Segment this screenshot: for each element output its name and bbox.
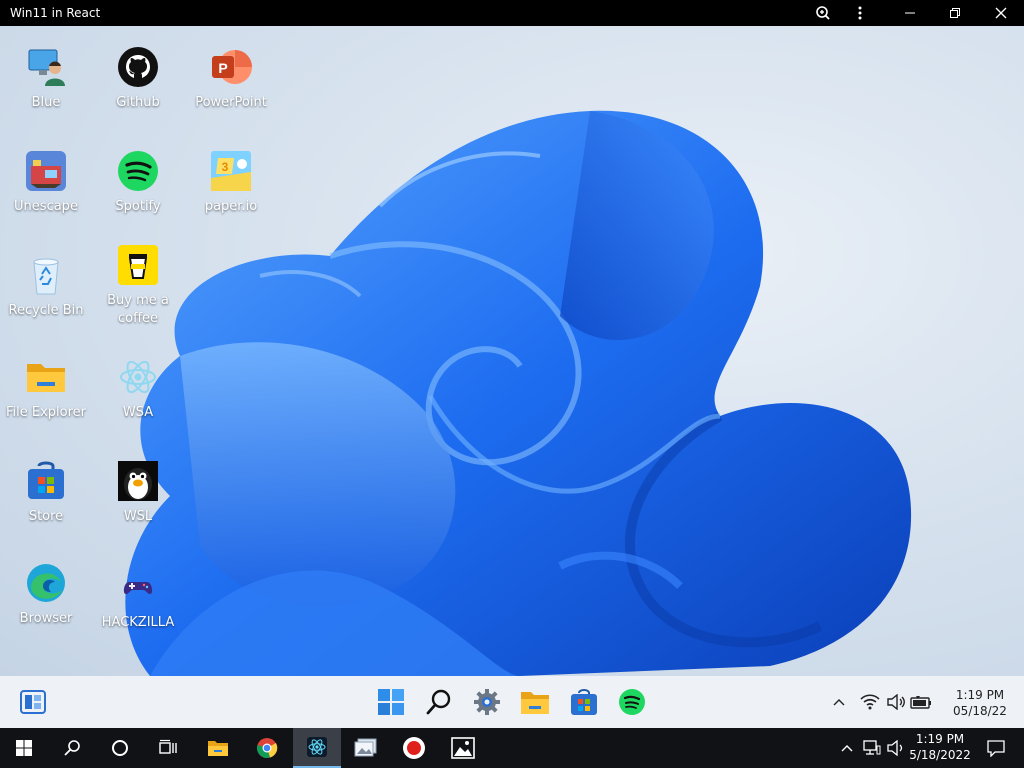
desktop-icon-label: paper.io (204, 199, 258, 214)
win11-clock[interactable]: 1:19 PM 05/18/22 (945, 687, 1015, 719)
react-atom-icon (117, 356, 159, 398)
desktop-icon-store[interactable]: Store (0, 460, 92, 560)
folder-icon (25, 356, 67, 398)
desktop-icon-label: Browser (19, 611, 73, 626)
battery-icon[interactable] (903, 685, 939, 719)
window-title: Win11 in React (10, 6, 101, 20)
desktop-icon-buy-me-a-coffee[interactable]: Buy me a coffee (92, 244, 184, 344)
search-icon[interactable] (48, 728, 96, 768)
win11-taskbar: 1:19 PM 05/18/22 (0, 676, 1024, 728)
desktop-icon-recycle-bin[interactable]: Recycle Bin (0, 254, 92, 354)
desktop-icon-wsl[interactable]: WSL (92, 460, 184, 560)
computer-user-icon (25, 46, 67, 88)
desktop-icon-label: HACKZILLA (101, 615, 175, 630)
svg-text:3: 3 (222, 160, 229, 174)
host-clock[interactable]: 1:19 PM 5/18/2022 (905, 731, 975, 763)
linux-penguin-icon (117, 460, 159, 502)
spotify-icon (117, 150, 159, 192)
unescape-game-icon (25, 150, 67, 192)
github-icon (117, 46, 159, 88)
desktop-icon-paperio[interactable]: 3 paper.io (185, 150, 277, 250)
image-icon[interactable] (439, 728, 487, 768)
desktop-icon-label: Unescape (14, 199, 78, 214)
edge-browser-icon (25, 562, 67, 604)
win11-time: 1:19 PM (955, 688, 1005, 702)
desktop-icon-label: Store (28, 509, 64, 524)
recycle-bin-icon (25, 254, 67, 296)
powerpoint-icon: P (210, 46, 252, 88)
windows-start-icon[interactable] (0, 728, 48, 768)
restore-button[interactable] (935, 0, 975, 26)
svg-text:P: P (218, 60, 227, 76)
desktop-icon-wsa[interactable]: WSA (92, 356, 184, 456)
desktop-icon-label: File Explorer (5, 405, 86, 420)
coffee-cup-icon (117, 244, 159, 286)
host-taskbar: 1:19 PM 5/18/2022 (0, 728, 1024, 768)
chrome-icon[interactable] (243, 728, 291, 768)
desktop-icon-label: PowerPoint (195, 95, 267, 110)
file-explorer-icon[interactable] (194, 728, 242, 768)
desktop-icon-spotify[interactable]: Spotify (92, 150, 184, 250)
desktop-icon-hackzilla[interactable]: HACKZILLA (92, 566, 184, 666)
notification-icon[interactable] (972, 728, 1020, 768)
desktop-icon-label: WSL (123, 509, 153, 524)
spotify-icon[interactable] (614, 685, 650, 719)
store-icon[interactable] (566, 685, 602, 719)
win11-date: 05/18/22 (953, 704, 1007, 718)
desktop-icon-label: Blue (31, 95, 61, 110)
desktop-icon-powerpoint[interactable]: P PowerPoint (185, 46, 277, 146)
host-date: 5/18/2022 (909, 748, 971, 762)
desktop-icon-label: Spotify (115, 199, 161, 214)
desktop[interactable]: Blue Unescape Recycle Bin File Explorer … (0, 26, 1024, 676)
start-windows-icon[interactable] (373, 685, 409, 719)
desktop-icon-label: Github (116, 95, 160, 110)
widgets-icon[interactable] (15, 685, 51, 719)
network-icon[interactable] (859, 728, 885, 768)
react-app-icon[interactable] (293, 728, 341, 768)
desktop-icon-browser[interactable]: Browser (0, 562, 92, 662)
file-explorer-icon[interactable] (517, 685, 553, 719)
record-icon[interactable] (390, 728, 438, 768)
desktop-icon-blue[interactable]: Blue (0, 46, 92, 146)
close-button[interactable] (981, 0, 1021, 26)
task-view-icon[interactable] (144, 728, 192, 768)
store-bag-icon (25, 460, 67, 502)
search-icon[interactable] (421, 685, 457, 719)
desktop-icon-label: WSA (122, 405, 154, 420)
gamepad-icon (117, 566, 159, 608)
paperio-icon: 3 (210, 150, 252, 192)
desktop-icon-unescape[interactable]: Unescape (0, 150, 92, 250)
settings-gear-icon[interactable] (469, 685, 505, 719)
host-time: 1:19 PM (915, 732, 965, 746)
window-titlebar: Win11 in React (0, 0, 1024, 26)
desktop-icon-github[interactable]: Github (92, 46, 184, 146)
more-options-icon[interactable] (840, 0, 880, 26)
zoom-icon[interactable] (803, 0, 843, 26)
minimize-button[interactable] (890, 0, 930, 26)
photos-icon[interactable] (342, 728, 390, 768)
chevron-up-icon[interactable] (835, 728, 859, 768)
desktop-icon-file-explorer[interactable]: File Explorer (0, 356, 92, 456)
desktop-icon-label: Recycle Bin (8, 303, 84, 318)
desktop-icon-label: Buy me a coffee (107, 293, 169, 326)
cortana-icon[interactable] (96, 728, 144, 768)
